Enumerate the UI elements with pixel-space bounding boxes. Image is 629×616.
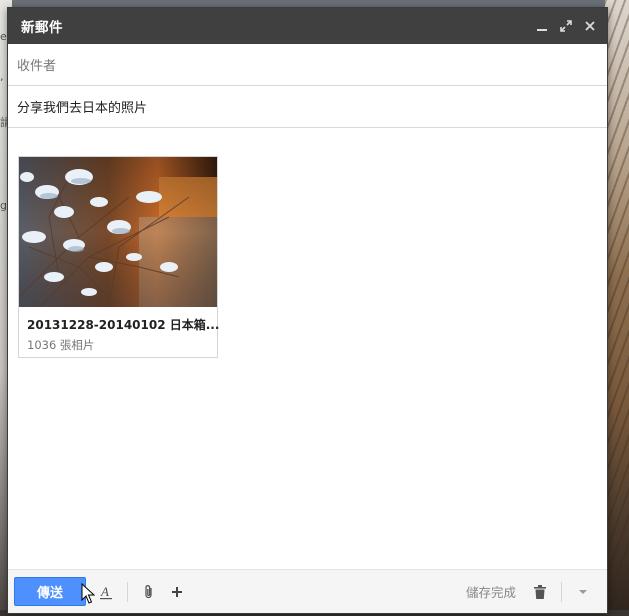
compose-window: 新郵件 收件者 分享我們去日本的照片 20131228-20140102 日本箱… — [7, 7, 608, 614]
mouse-pointer-icon — [81, 583, 95, 604]
subject-text: 分享我們去日本的照片 — [17, 101, 148, 116]
toolbar-divider — [127, 581, 128, 602]
compose-toolbar: 傳送 A 儲存完成 — [8, 569, 607, 613]
photo-album-attachment[interactable]: 20131228-20140102 日本箱... 1036 張相片 — [18, 156, 219, 358]
trash-icon[interactable] — [528, 580, 552, 604]
expand-icon[interactable] — [559, 19, 573, 33]
svg-text:A: A — [100, 584, 109, 599]
window-controls — [535, 19, 597, 33]
compose-title: 新郵件 — [21, 20, 63, 36]
send-button[interactable]: 傳送 — [14, 577, 86, 606]
plus-icon[interactable] — [165, 580, 189, 604]
toolbar-divider — [561, 581, 562, 602]
background-right-edge — [605, 0, 629, 616]
compose-titlebar[interactable]: 新郵件 — [8, 8, 607, 44]
to-field[interactable]: 收件者 — [8, 44, 607, 86]
paperclip-icon[interactable] — [137, 580, 161, 604]
edge-text: g — [0, 199, 7, 212]
message-body[interactable]: 20131228-20140102 日本箱... 1036 張相片 — [8, 128, 607, 568]
minimize-icon[interactable] — [535, 19, 549, 33]
album-cover-photo — [19, 157, 217, 307]
album-title[interactable]: 20131228-20140102 日本箱... — [27, 316, 219, 333]
album-photo-count: 1036 張相片 — [27, 338, 95, 352]
chevron-down-icon[interactable] — [571, 580, 595, 604]
album-info: 20131228-20140102 日本箱... 1036 張相片 — [19, 307, 219, 353]
to-field-placeholder: 收件者 — [17, 59, 57, 74]
edge-text: e — [0, 30, 7, 43]
edge-text: , — [0, 70, 4, 83]
close-icon[interactable] — [583, 19, 597, 33]
text-format-icon[interactable]: A — [94, 580, 118, 604]
subject-field[interactable]: 分享我們去日本的照片 — [8, 86, 607, 128]
save-status: 儲存完成 — [465, 585, 516, 600]
